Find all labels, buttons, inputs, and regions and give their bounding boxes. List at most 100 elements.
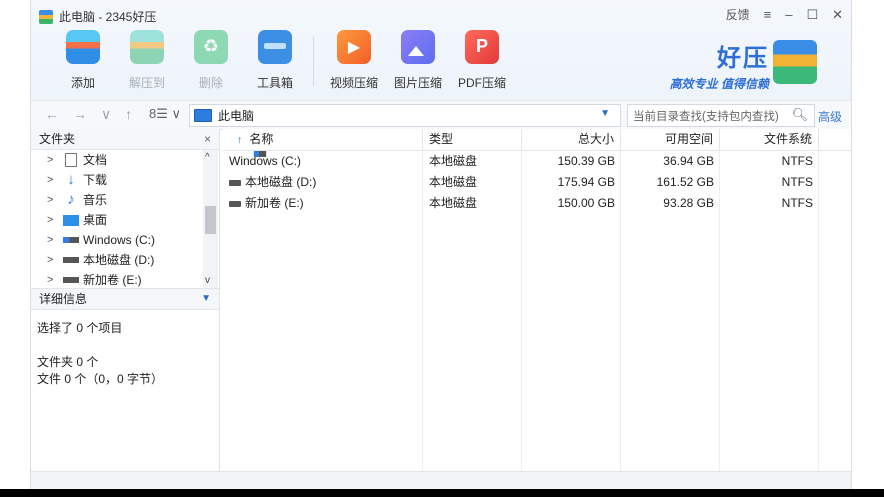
chevron-right-icon[interactable]: > — [47, 230, 59, 250]
details-panel-body: 选择了 0 个项目 文件夹 0 个 文件 0 个（0，0 字节） — [31, 310, 219, 398]
column-type[interactable]: 类型 — [423, 129, 522, 150]
recycle-icon — [194, 30, 228, 64]
collapse-triangle-icon[interactable]: ▼ — [201, 289, 211, 309]
tree-item-label: 桌面 — [83, 213, 108, 227]
drive-total: 150.39 GB — [557, 154, 615, 168]
column-total[interactable]: 总大小 — [522, 129, 621, 150]
pdf-compress-label: PDF压缩 — [457, 76, 506, 90]
brand-slogan: 高效专业 值得信赖 — [669, 77, 769, 91]
pdf-compress-icon — [465, 30, 499, 64]
app-window: 此电脑 - 2345好压 反馈 ≡ – ☐ ✕ 添加 解压到 删除 — [30, 0, 852, 490]
video-compress-button[interactable]: 视频压缩 — [322, 30, 386, 91]
folder-panel-title: 文件夹 — [39, 132, 76, 146]
drive-type: 本地磁盘 — [429, 154, 478, 168]
chevron-right-icon[interactable]: > — [47, 250, 59, 270]
address-text: 此电脑 — [218, 109, 255, 123]
add-label: 添加 — [70, 76, 95, 90]
close-button[interactable]: ✕ — [832, 7, 843, 23]
close-icon[interactable]: × — [204, 129, 211, 149]
music-icon: ♪ — [67, 191, 75, 208]
drive-filesystem: NTFS — [781, 196, 813, 210]
details-panel-header[interactable]: 详细信息 ▼ — [31, 288, 219, 310]
feedback-button[interactable]: 反馈 — [726, 6, 750, 23]
toolbar: 添加 解压到 删除 工具箱 视频压缩 图片压缩 — [51, 30, 514, 91]
image-compress-button[interactable]: 图片压缩 — [386, 30, 450, 91]
view-mode-button[interactable]: 8☰ ∨ — [149, 106, 181, 122]
drive-type: 本地磁盘 — [429, 196, 478, 210]
tree-item-drive-e[interactable]: > 新加卷 (E:) — [31, 270, 219, 288]
windows-drive-icon — [63, 237, 79, 243]
tree-item-desktop[interactable]: > 桌面 — [31, 210, 219, 230]
status-bar — [31, 471, 851, 490]
folder-panel: 文件夹 × > 文档 > ↓ 下载 > ♪ 音乐 > 桌面 > Windows … — [31, 129, 220, 471]
chevron-right-icon[interactable]: > — [47, 190, 59, 210]
extract-to-button[interactable]: 解压到 — [115, 30, 179, 91]
brand-logo-icon — [773, 40, 817, 84]
minimize-button[interactable]: – — [785, 7, 792, 22]
title-bar: 此电脑 - 2345好压 — [39, 8, 156, 25]
add-archive-icon — [66, 30, 100, 64]
chevron-right-icon[interactable]: > — [47, 270, 59, 288]
image-compress-icon — [401, 30, 435, 64]
drive-filesystem: NTFS — [781, 154, 813, 168]
address-dropdown-icon[interactable]: ▼ — [600, 108, 610, 119]
scroll-up-icon[interactable]: ^ — [205, 152, 210, 163]
navigation-bar: ← → ∨ ↑ 8☰ ∨ 此电脑 ▼ 当前目录查找(支持包内查找) 🔍︎ 高级 — [31, 100, 851, 130]
table-row[interactable]: Windows (C:) 本地磁盘 150.39 GB 36.94 GB NTF… — [223, 151, 851, 171]
address-bar[interactable]: 此电脑 ▼ — [189, 104, 621, 127]
video-compress-label: 视频压缩 — [329, 76, 378, 90]
toolbar-divider — [313, 36, 314, 86]
column-headers: ↑ 名称 类型 总大小 可用空间 文件系统 — [223, 129, 851, 151]
document-icon — [65, 153, 77, 167]
delete-label: 删除 — [198, 76, 223, 90]
scroll-down-icon[interactable]: v — [205, 275, 210, 286]
drive-total: 150.00 GB — [557, 196, 615, 210]
chevron-right-icon[interactable]: > — [47, 150, 59, 170]
add-button[interactable]: 添加 — [51, 30, 115, 91]
delete-button[interactable]: 删除 — [179, 30, 243, 91]
sort-arrow-icon: ↑ — [237, 135, 242, 146]
chevron-right-icon[interactable]: > — [47, 170, 59, 190]
drive-total: 175.94 GB — [557, 175, 615, 189]
toolbox-button[interactable]: 工具箱 — [243, 30, 307, 91]
drive-free: 93.28 GB — [663, 196, 714, 210]
tree-item-drive-c[interactable]: > Windows (C:) — [31, 230, 219, 250]
computer-icon — [194, 109, 212, 122]
search-box[interactable]: 当前目录查找(支持包内查找) 🔍︎ — [627, 104, 815, 127]
column-type-label: 类型 — [429, 132, 454, 146]
forward-arrow-icon[interactable]: → — [73, 106, 87, 123]
search-icon[interactable]: 🔍︎ — [791, 107, 808, 123]
maximize-button[interactable]: ☐ — [806, 7, 818, 23]
tree-item-downloads[interactable]: > ↓ 下载 — [31, 170, 219, 190]
history-chevron-icon[interactable]: ∨ — [101, 106, 111, 123]
tree-item-label: 音乐 — [83, 193, 108, 207]
window-title: 此电脑 - 2345好压 — [59, 10, 157, 24]
pdf-compress-button[interactable]: PDF压缩 — [450, 30, 514, 91]
tree-item-label: 下载 — [83, 173, 108, 187]
tree-item-music[interactable]: > ♪ 音乐 — [31, 190, 219, 210]
drive-icon — [229, 200, 241, 207]
tree-item-documents[interactable]: > 文档 — [31, 150, 219, 170]
file-count: 文件 0 个（0，0 字节） — [37, 372, 164, 386]
column-free-label: 可用空间 — [664, 132, 713, 146]
column-name[interactable]: ↑ 名称 — [223, 129, 423, 150]
advanced-search-link[interactable]: 高级 — [818, 108, 842, 125]
tree-scrollbar[interactable]: ^ v — [203, 150, 218, 288]
drive-name: 新加卷 (E:) — [245, 196, 304, 210]
view-mode-icon: 8☰ — [149, 106, 168, 121]
table-row[interactable]: 本地磁盘 (D:) 本地磁盘 175.94 GB 161.52 GB NTFS — [223, 172, 851, 192]
up-arrow-icon[interactable]: ↑ — [125, 106, 132, 123]
back-arrow-icon[interactable]: ← — [45, 106, 59, 123]
table-row[interactable]: 新加卷 (E:) 本地磁盘 150.00 GB 93.28 GB NTFS — [223, 193, 851, 213]
menu-icon[interactable]: ≡ — [764, 7, 772, 22]
chevron-right-icon[interactable]: > — [47, 210, 59, 230]
scrollbar-thumb[interactable] — [205, 206, 216, 234]
drive-name-cell: Windows (C:) — [223, 151, 423, 171]
column-filesystem[interactable]: 文件系统 — [720, 129, 819, 150]
bottom-edge — [0, 489, 884, 497]
drive-free: 36.94 GB — [663, 154, 714, 168]
download-icon: ↓ — [67, 171, 75, 188]
tree-item-drive-d[interactable]: > 本地磁盘 (D:) — [31, 250, 219, 270]
window-controls: 反馈 ≡ – ☐ ✕ — [726, 6, 843, 23]
column-free[interactable]: 可用空间 — [621, 129, 720, 150]
